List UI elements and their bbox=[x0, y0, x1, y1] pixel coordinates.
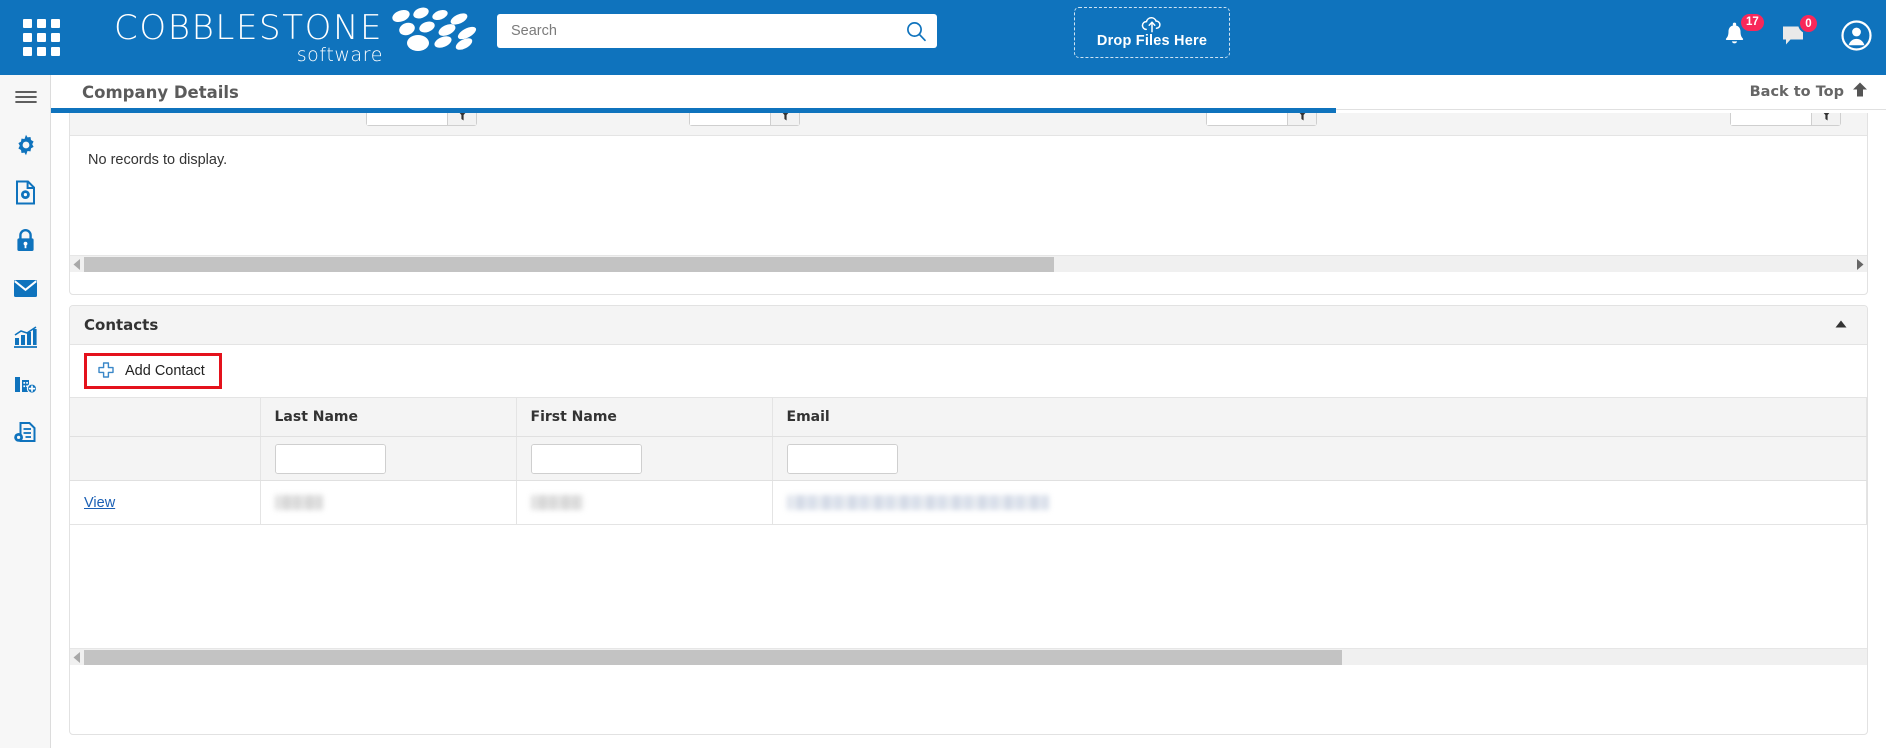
brand-name: COBBLESTONE bbox=[114, 7, 384, 48]
lock-icon bbox=[15, 228, 36, 258]
sidebar-item-add-record[interactable] bbox=[0, 363, 51, 411]
column-header-first-name[interactable]: First Name bbox=[516, 397, 773, 437]
upper-filter-cell-2[interactable] bbox=[689, 113, 800, 126]
drop-files-label: Drop Files Here bbox=[1096, 33, 1208, 49]
sidebar-item-mail[interactable] bbox=[0, 267, 51, 315]
funnel-icon[interactable] bbox=[771, 113, 799, 125]
contacts-section-header: Contacts bbox=[70, 306, 1867, 345]
column-header-actions[interactable] bbox=[70, 397, 261, 437]
upper-grid-empty-message: No records to display. bbox=[88, 152, 228, 168]
sidebar-item-settings[interactable] bbox=[0, 123, 51, 171]
bar-chart-icon bbox=[13, 325, 38, 353]
upper-grid-panel: No records to display. bbox=[69, 113, 1868, 295]
left-icon-rail bbox=[0, 75, 51, 748]
back-to-top-button[interactable]: Back to Top bbox=[1750, 81, 1868, 103]
upper-filter-input-4[interactable] bbox=[1731, 113, 1812, 125]
column-header-last-name[interactable]: Last Name bbox=[260, 397, 517, 437]
back-to-top-label: Back to Top bbox=[1749, 84, 1844, 100]
triangle-up-icon[interactable] bbox=[1829, 313, 1853, 337]
search-icon[interactable] bbox=[905, 20, 927, 42]
add-contact-highlight: Add Contact bbox=[84, 353, 222, 389]
upper-filter-input-1[interactable] bbox=[367, 113, 448, 125]
upper-filter-cell-3[interactable] bbox=[1206, 113, 1317, 126]
envelope-icon bbox=[13, 279, 38, 303]
header-actions: 17 0 bbox=[1688, 0, 1872, 75]
user-avatar-icon bbox=[1841, 19, 1872, 56]
upper-grid-horizontal-scrollbar[interactable] bbox=[70, 255, 1867, 272]
filter-input-first-name[interactable] bbox=[531, 444, 641, 473]
scroll-thumb[interactable] bbox=[84, 256, 1055, 272]
page-titlebar: Company Details Back to Top bbox=[51, 75, 1886, 110]
contacts-table: Last Name First Name Email View bbox=[70, 397, 1867, 525]
filter-cell-last-name bbox=[260, 436, 517, 481]
view-link[interactable]: View bbox=[70, 495, 115, 511]
contacts-table-body-space bbox=[70, 525, 1867, 665]
contacts-header-row: Last Name First Name Email bbox=[70, 397, 1867, 437]
app-header: COBBLESTONE software Search Drop Files H… bbox=[0, 0, 1886, 75]
cell-first-name bbox=[516, 480, 773, 525]
main-content: No records to display. Contacts Add Cont… bbox=[51, 113, 1886, 748]
filter-cell-first-name bbox=[516, 436, 773, 481]
scroll-thumb[interactable] bbox=[84, 649, 1342, 665]
table-row[interactable]: View bbox=[70, 480, 1867, 525]
add-contact-label: Add Contact bbox=[125, 363, 205, 379]
plus-cross-icon bbox=[97, 362, 115, 380]
building-add-icon bbox=[13, 374, 38, 401]
messages-badge: 0 bbox=[1798, 13, 1819, 34]
upper-filter-input-3[interactable] bbox=[1207, 113, 1288, 125]
apps-grid-icon[interactable] bbox=[10, 19, 72, 56]
notifications-button[interactable]: 17 bbox=[1722, 11, 1766, 54]
add-contact-button[interactable]: Add Contact bbox=[87, 356, 219, 386]
logo-dots-icon bbox=[387, 7, 483, 56]
user-account-button[interactable] bbox=[1841, 19, 1872, 56]
upper-grid-filter-row bbox=[70, 113, 1867, 136]
arrow-up-icon bbox=[1852, 81, 1868, 103]
redacted-first-name bbox=[530, 495, 583, 510]
scroll-left-arrow-icon[interactable] bbox=[70, 651, 84, 663]
funnel-icon[interactable] bbox=[448, 113, 476, 125]
messages-button[interactable]: 0 bbox=[1781, 13, 1819, 52]
cell-actions: View bbox=[70, 480, 261, 525]
search-input[interactable] bbox=[511, 23, 905, 39]
filter-cell-email bbox=[772, 436, 1867, 481]
cell-email bbox=[772, 480, 1867, 525]
sidebar-item-document-settings[interactable] bbox=[0, 171, 51, 219]
filter-input-last-name[interactable] bbox=[275, 444, 385, 473]
funnel-icon[interactable] bbox=[1812, 113, 1840, 125]
scroll-right-arrow-icon[interactable] bbox=[1853, 258, 1867, 270]
hamburger-icon bbox=[14, 89, 37, 110]
sidebar-item-security[interactable] bbox=[0, 219, 51, 267]
filter-input-email[interactable] bbox=[787, 444, 897, 473]
upper-filter-cell-4[interactable] bbox=[1730, 113, 1841, 126]
document-gear-icon bbox=[14, 180, 37, 210]
cell-last-name bbox=[260, 480, 517, 525]
contacts-filter-row bbox=[70, 436, 1867, 481]
column-header-email[interactable]: Email bbox=[772, 397, 1867, 437]
cloud-upload-icon bbox=[1141, 16, 1163, 33]
drop-files-here-zone[interactable]: Drop Files Here bbox=[1074, 7, 1230, 58]
contacts-toolbar: Add Contact bbox=[70, 345, 1867, 397]
gear-icon bbox=[14, 133, 38, 162]
redacted-email bbox=[786, 495, 1049, 510]
upper-filter-cell-1[interactable] bbox=[366, 113, 477, 126]
sidebar-item-menu-toggle[interactable] bbox=[0, 75, 51, 123]
funnel-icon[interactable] bbox=[1288, 113, 1316, 125]
redacted-last-name bbox=[274, 495, 323, 510]
global-search[interactable] bbox=[497, 14, 937, 48]
scroll-left-arrow-icon[interactable] bbox=[70, 258, 84, 270]
sidebar-item-document-config[interactable] bbox=[0, 411, 51, 459]
filter-cell-actions bbox=[70, 436, 261, 481]
contacts-horizontal-scrollbar[interactable] bbox=[70, 648, 1867, 665]
sidebar-item-reports[interactable] bbox=[0, 315, 51, 363]
contacts-title: Contacts bbox=[84, 316, 159, 334]
upper-filter-input-2[interactable] bbox=[690, 113, 771, 125]
notifications-badge: 17 bbox=[1739, 11, 1766, 33]
brand-logo[interactable]: COBBLESTONE software bbox=[114, 7, 483, 66]
page-title: Company Details bbox=[82, 82, 239, 102]
file-gear-icon bbox=[13, 421, 38, 449]
brand-tagline: software bbox=[296, 43, 384, 66]
contacts-panel: Contacts Add Contact Last Name First Nam… bbox=[69, 305, 1868, 735]
